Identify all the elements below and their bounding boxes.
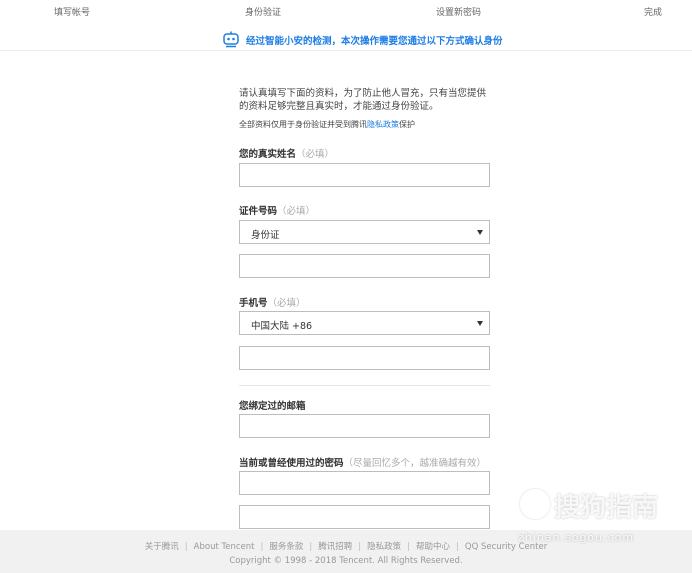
privacy-note-prefix: 全部资料仅用于身份验证并受到腾讯 [239, 120, 367, 129]
dropdown-arrow-icon [477, 321, 483, 326]
phone-hint: （必填） [267, 298, 306, 309]
footer-separator: | [407, 542, 411, 552]
id-number-label: 证件号码（必填） [239, 203, 315, 217]
footer-link-careers[interactable]: 腾讯招聘 [318, 542, 352, 552]
footer-link-privacy[interactable]: 隐私政策 [367, 542, 401, 552]
real-name-label: 您的真实姓名（必填） [239, 146, 334, 160]
footer-link-terms[interactable]: 服务条款 [269, 542, 303, 552]
sogou-watermark: 搜狗指南 zhinan.sogou.com [516, 485, 692, 545]
privacy-policy-link[interactable]: 隐私政策 [367, 120, 399, 129]
footer-separator: | [456, 542, 459, 552]
footer-separator: | [260, 542, 264, 552]
email-label: 您绑定过的邮箱 [239, 398, 306, 412]
password-input-1[interactable] [239, 471, 490, 495]
id-number-label-text: 证件号码 [239, 206, 278, 217]
password-input-2[interactable] [239, 505, 490, 529]
privacy-note-suffix: 保护 [399, 120, 415, 129]
step-fill-account: 填写帐号 [54, 8, 91, 18]
password-label-text: 当前或曾经使用过的密码 [239, 458, 344, 469]
real-name-hint: （必填） [296, 149, 335, 160]
progress-steps: 填写帐号 身份验证 设置新密码 完成 [0, 0, 692, 22]
id-type-value: 身份证 [251, 230, 280, 241]
watermark-brand: 搜狗指南 [554, 493, 659, 523]
step-verify-identity: 身份验证 [245, 8, 282, 18]
robot-shield-icon [223, 31, 239, 48]
section-divider [239, 385, 490, 386]
phone-number-input[interactable] [239, 346, 490, 370]
email-input[interactable] [239, 414, 490, 438]
footer-link-about-en[interactable]: About Tencent [194, 542, 255, 552]
watermark-url: zhinan.sogou.com [518, 531, 635, 544]
phone-label: 手机号（必填） [239, 295, 306, 309]
footer-link-about[interactable]: 关于腾讯 [145, 542, 179, 552]
phone-region-select[interactable]: 中国大陆 +86 [239, 311, 490, 335]
id-type-select[interactable]: 身份证 [239, 220, 490, 244]
footer-separator: | [358, 542, 362, 552]
step-set-new-password: 设置新密码 [436, 8, 482, 18]
password-label: 当前或曾经使用过的密码（尽量回忆多个，越准确越有效） [239, 455, 486, 469]
real-name-input[interactable] [239, 163, 490, 187]
privacy-note: 全部资料仅用于身份验证并受到腾讯隐私政策保护 [239, 119, 415, 130]
footer-separator: | [184, 542, 188, 552]
security-notice: 经过智能小安的检测，本次操作需要您通过以下方式确认身份 [0, 27, 692, 51]
step-complete: 完成 [644, 8, 663, 18]
id-number-input[interactable] [239, 254, 490, 278]
email-label-text: 您绑定过的邮箱 [239, 401, 306, 412]
password-hint: （尽量回忆多个，越准确越有效） [343, 458, 487, 469]
copyright: Copyright © 1998 - 2018 Tencent. All Rig… [229, 556, 463, 566]
footer-separator: | [309, 542, 313, 552]
dropdown-arrow-icon [477, 230, 483, 235]
sogou-logo-icon [520, 489, 550, 519]
phone-region-value: 中国大陆 +86 [251, 321, 313, 332]
phone-label-text: 手机号 [239, 298, 268, 309]
id-number-hint: （必填） [277, 206, 316, 217]
notice-text: 经过智能小安的检测，本次操作需要您通过以下方式确认身份 [246, 36, 503, 47]
footer-link-help[interactable]: 帮助中心 [416, 542, 450, 552]
intro-text: 请认真填写下面的资料，为了防止他人冒充，只有当您提供的资料足够完整且真实时，才能… [239, 88, 487, 112]
real-name-label-text: 您的真实姓名 [239, 149, 297, 160]
